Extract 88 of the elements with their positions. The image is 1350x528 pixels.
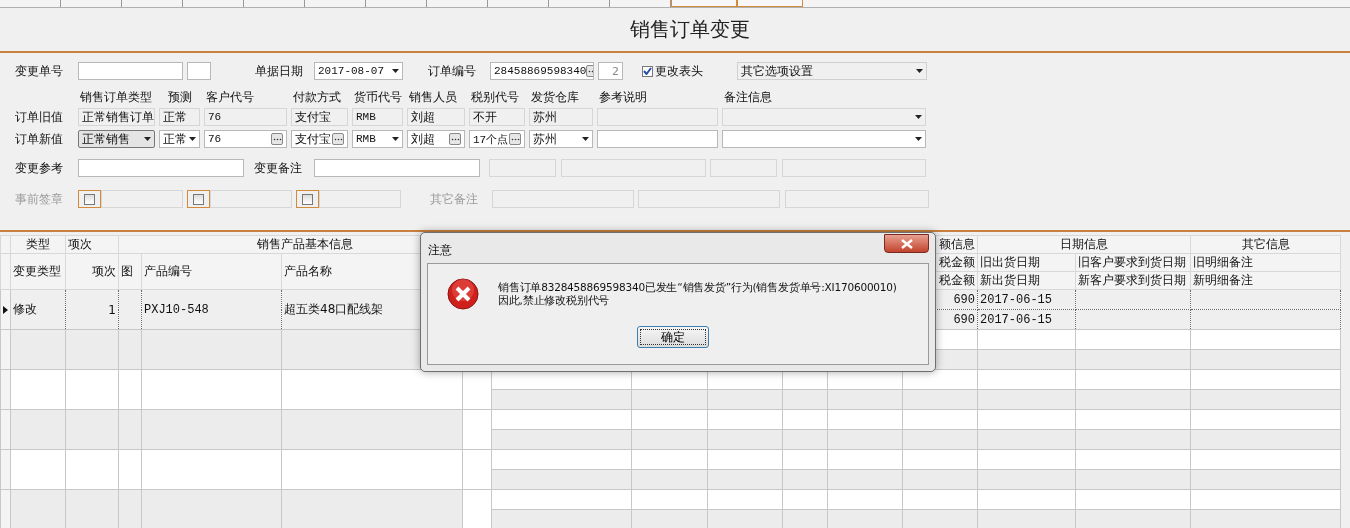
readonly-field: RMB (352, 108, 403, 126)
input-field[interactable] (314, 159, 480, 177)
lookup-field[interactable]: 17个点 (469, 130, 525, 148)
field-label: 订单编号 (428, 62, 477, 80)
table-cell: 2017-06-15 (977, 309, 1076, 330)
column-header: 项次 (65, 235, 119, 254)
ellipsis-icon (272, 137, 282, 141)
readonly-field: 正常 (159, 108, 200, 126)
dropdown-field[interactable]: 苏州 (529, 130, 593, 148)
input-field[interactable] (597, 130, 718, 148)
ellipsis-icon (333, 137, 343, 141)
field-label: 其它备注 (430, 190, 479, 208)
table-cell: 修改 (10, 289, 66, 330)
tab[interactable] (671, 0, 737, 7)
message-text: 销售订单8328458869598340已发生“销售发货”行为(销售发货单号:XI170600010) (498, 281, 897, 294)
checkmark-icon (643, 67, 652, 75)
readonly-field: 76 (204, 108, 287, 126)
field-label: 事前签章 (15, 190, 64, 208)
input-field[interactable]: 28458869598340 (490, 62, 594, 80)
readonly-field: 不开 (469, 108, 525, 126)
lookup-button[interactable] (332, 133, 344, 145)
disabled-field (489, 159, 556, 177)
column-header: 类型 (10, 235, 66, 254)
date-dropdown[interactable]: 2017-08-07 (314, 62, 403, 80)
dropdown-arrow-icon (582, 137, 589, 141)
column-label: 付款方式 (292, 90, 342, 104)
field-label: 变更单号 (15, 62, 64, 80)
column-label: 客户代号 (205, 90, 255, 104)
dropdown-arrow-icon (392, 69, 399, 73)
input-field[interactable] (78, 159, 244, 177)
ellipsis-icon (510, 137, 520, 141)
dropdown-field[interactable]: RMB (352, 130, 403, 148)
row-label: 订单新值 (15, 130, 64, 148)
column-header: 日期信息 (977, 235, 1191, 254)
close-button[interactable] (884, 234, 929, 253)
disabled-field (710, 159, 777, 177)
checkbox-label: 更改表头 (655, 62, 703, 80)
field-label: 变更参考 (15, 159, 64, 177)
row-label: 订单旧值 (15, 108, 64, 126)
input-field[interactable] (78, 62, 183, 80)
lookup-button[interactable] (271, 133, 283, 145)
dropdown-arrow-icon (915, 115, 922, 119)
type-dropdown[interactable]: 正常销售 (78, 130, 155, 148)
column-label: 参考说明 (598, 90, 648, 104)
column-label: 预测 (167, 90, 193, 104)
dropdown-arrow-icon (915, 137, 922, 141)
readonly-field: 刘超 (407, 108, 465, 126)
field-label: 变更备注 (254, 159, 303, 177)
readonly-field: 支付宝 (291, 108, 348, 126)
column-header: 产品编号 (141, 253, 282, 290)
window-title: 销售订单变更 (630, 15, 750, 43)
column-label: 销售订单类型 (79, 90, 153, 104)
dropdown-arrow-icon (392, 137, 399, 141)
column-label: 销售人员 (408, 90, 458, 104)
error-icon (447, 278, 479, 310)
table-cell: PXJ10-548 (141, 289, 282, 330)
lookup-button[interactable] (509, 133, 521, 145)
message-text: 因此,禁止修改税别代号 (498, 294, 611, 307)
readonly-field: 正常销售订单 (78, 108, 155, 126)
column-label: 税别代号 (470, 90, 520, 104)
field-label: 单据日期 (255, 62, 304, 80)
options-dropdown[interactable]: 其它选项设置 (737, 62, 927, 80)
dropdown-field[interactable] (722, 130, 926, 148)
lookup-field[interactable]: 刘超 (407, 130, 465, 148)
column-header: 其它信息 (1190, 235, 1341, 254)
lookup-field[interactable]: 支付宝 (291, 130, 348, 148)
column-label: 备注信息 (723, 90, 773, 104)
dropdown-arrow-icon (144, 137, 151, 141)
table-cell: 1 (65, 289, 119, 330)
close-icon (900, 238, 913, 249)
sequence-field[interactable]: 2 (598, 62, 623, 80)
input-field[interactable] (187, 62, 211, 80)
lookup-field[interactable]: 76 (204, 130, 287, 148)
tab[interactable] (737, 0, 803, 7)
ellipsis-icon (450, 137, 460, 141)
dropdown-arrow-icon (189, 137, 196, 141)
dropdown-arrow-icon (916, 69, 923, 73)
ellipsis-icon (587, 69, 593, 73)
column-label: 货币代号 (353, 90, 403, 104)
ok-button[interactable]: 确定 (637, 326, 709, 348)
column-header: 项次 (65, 253, 119, 290)
column-header: 变更类型 (10, 253, 66, 290)
row-pointer-icon (3, 305, 8, 314)
lookup-button[interactable] (449, 133, 461, 145)
checkbox[interactable] (642, 65, 653, 77)
readonly-field: 苏州 (529, 108, 593, 126)
dropdown-field[interactable]: 正常 (159, 130, 200, 148)
column-label: 发货仓库 (530, 90, 580, 104)
